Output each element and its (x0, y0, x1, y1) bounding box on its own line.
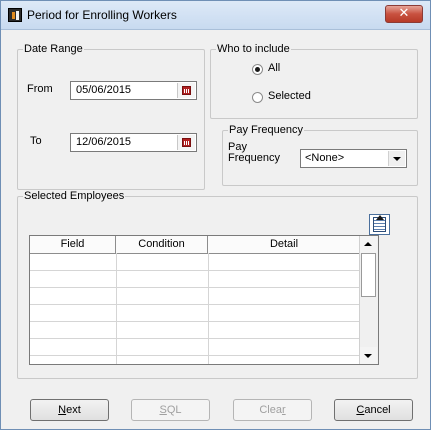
close-button[interactable]: ✕ (385, 5, 423, 23)
calendar-icon (182, 86, 191, 95)
table-row[interactable] (30, 304, 359, 305)
table-row[interactable] (30, 355, 359, 356)
to-calendar-button[interactable] (177, 135, 195, 150)
from-calendar-button[interactable] (177, 83, 195, 98)
column-header-field[interactable]: Field (30, 236, 116, 253)
pay-frequency-legend: Pay Frequency (229, 124, 303, 136)
to-label: To (30, 135, 42, 147)
grid-header: Field Condition Detail (30, 236, 378, 254)
dialog-window: Period for Enrolling Workers ✕ Date Rang… (0, 0, 431, 430)
scroll-down-button[interactable] (360, 347, 377, 364)
calendar-icon (182, 138, 191, 147)
title-bar[interactable]: Period for Enrolling Workers ✕ (1, 1, 430, 30)
table-row[interactable] (30, 321, 359, 322)
arrow-up-icon (376, 215, 384, 220)
vertical-scrollbar[interactable] (359, 236, 378, 364)
from-date-value: 05/06/2015 (76, 84, 132, 96)
date-range-group: Date Range (17, 43, 205, 190)
scroll-thumb[interactable] (361, 253, 376, 297)
radio-all-label[interactable]: All (268, 62, 280, 74)
criteria-grid[interactable]: Field Condition Detail (29, 235, 379, 365)
cancel-button[interactable]: Cancel (334, 399, 413, 421)
clear-label: Clea (259, 404, 282, 416)
dialog-body: Date Range From 05/06/2015 To 12/06/2015… (7, 30, 426, 425)
close-icon: ✕ (398, 6, 410, 21)
selected-employees-legend: Selected Employees (24, 190, 125, 202)
pay-frequency-value: <None> (305, 152, 345, 164)
radio-all[interactable] (252, 64, 263, 75)
who-to-include-group: Who to include (210, 43, 418, 119)
radio-selected[interactable] (252, 92, 263, 103)
from-label: From (27, 83, 53, 95)
table-row[interactable] (30, 287, 359, 288)
table-row[interactable] (30, 338, 359, 339)
query-builder-button[interactable] (369, 214, 390, 235)
clear-accel: r (281, 404, 286, 416)
column-header-detail[interactable]: Detail (208, 236, 361, 253)
pay-frequency-label-line2: Frequency (228, 152, 280, 164)
cancel-label: ancel (364, 404, 391, 416)
to-date-value: 12/06/2015 (76, 136, 132, 148)
clear-button[interactable]: Clear (233, 399, 312, 421)
next-accel: N (58, 404, 67, 416)
from-date-field[interactable]: 05/06/2015 (70, 81, 197, 100)
chevron-down-icon[interactable] (388, 151, 405, 166)
scroll-up-button[interactable] (360, 236, 377, 253)
table-row[interactable] (30, 270, 359, 271)
column-header-condition[interactable]: Condition (116, 236, 208, 253)
next-button[interactable]: Next (30, 399, 109, 421)
who-to-include-legend: Who to include (217, 43, 290, 55)
app-icon (8, 8, 22, 22)
sql-label: QL (166, 404, 182, 416)
sql-button[interactable]: SQL (131, 399, 210, 421)
to-date-field[interactable]: 12/06/2015 (70, 133, 197, 152)
window-title: Period for Enrolling Workers (27, 8, 177, 22)
radio-selected-label[interactable]: Selected (268, 90, 311, 102)
date-range-legend: Date Range (24, 43, 83, 55)
pay-frequency-select[interactable]: <None> (300, 149, 407, 168)
sql-accel: S (159, 404, 167, 416)
next-label: ext (66, 404, 81, 416)
